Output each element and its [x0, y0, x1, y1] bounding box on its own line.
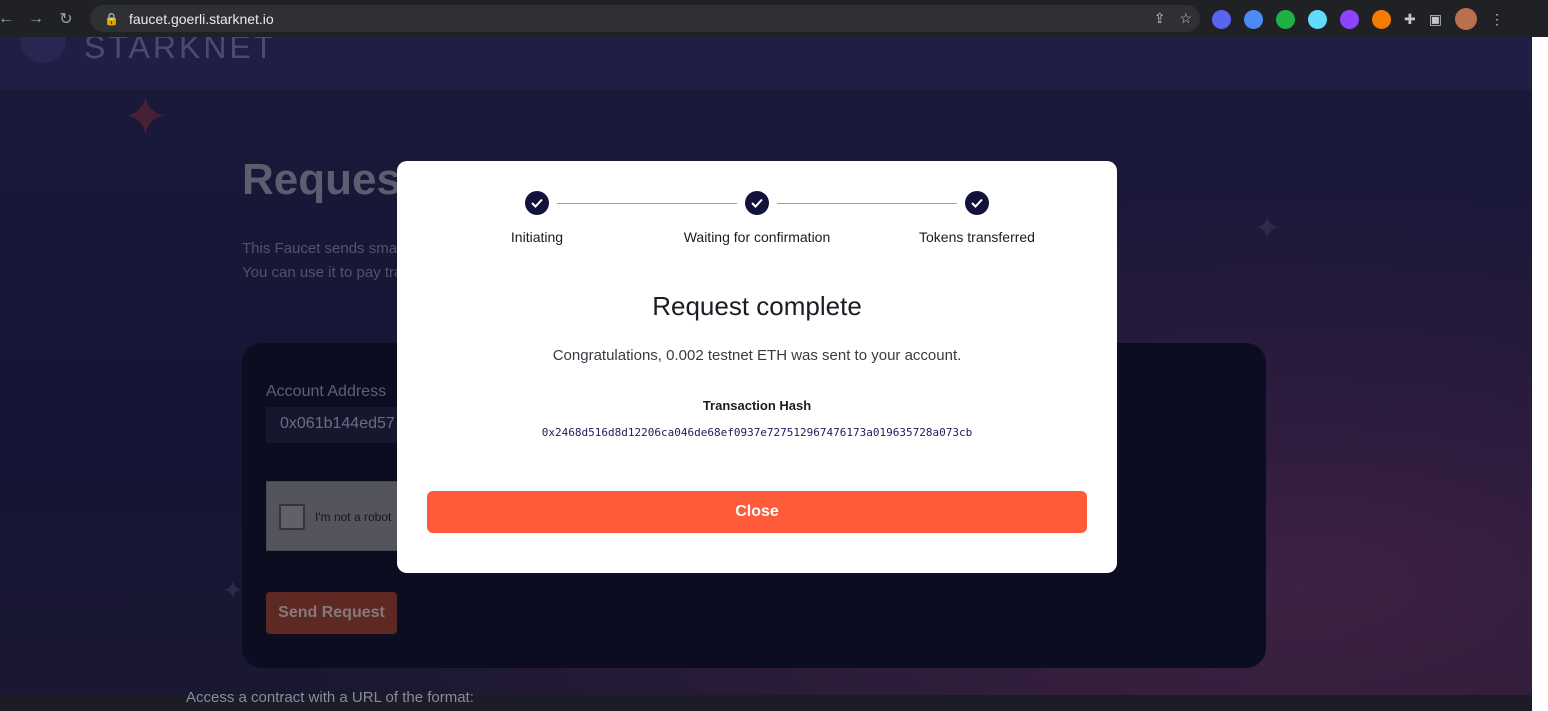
- puzzle-icon[interactable]: ✚: [1404, 11, 1416, 28]
- extension-icon[interactable]: [1276, 9, 1295, 29]
- transaction-hash-label: Transaction Hash: [702, 398, 812, 413]
- extension-icon[interactable]: [1212, 9, 1231, 29]
- success-message: Congratulations, 0.002 testnet ETH was s…: [552, 347, 962, 364]
- bottom-text: Access a contract with a URL of the form…: [186, 689, 474, 706]
- bookmark-star-icon[interactable]: ☆: [1179, 10, 1192, 27]
- close-button[interactable]: Close: [427, 491, 1087, 533]
- extension-icon[interactable]: [1308, 9, 1327, 29]
- extensions-area: ✚ ▣ ⋮: [1212, 8, 1504, 30]
- transaction-hash-link[interactable]: 0x2468d516d8d12206ca046de68ef0937e727512…: [397, 426, 1117, 439]
- check-icon: [525, 191, 549, 215]
- step-initiating: Initiating: [427, 191, 647, 245]
- step-transferred: Tokens transferred: [867, 191, 1087, 245]
- reload-icon[interactable]: ↻: [54, 7, 78, 31]
- forward-icon[interactable]: →: [24, 7, 48, 31]
- browser-toolbar: ← → ↻ 🔒 faucet.goerli.starknet.io ⇪ ☆ ✚ …: [0, 0, 1548, 37]
- address-bar[interactable]: 🔒 faucet.goerli.starknet.io ⇪ ☆: [90, 5, 1200, 32]
- url-text: faucet.goerli.starknet.io: [128, 10, 274, 27]
- window-edge: [1532, 37, 1548, 711]
- step-label: Waiting for confirmation: [683, 229, 831, 245]
- step-waiting: Waiting for confirmation: [647, 191, 867, 245]
- avatar[interactable]: [1454, 8, 1477, 30]
- bottom-strip: Access a contract with a URL of the form…: [0, 689, 1532, 711]
- back-icon[interactable]: ←: [0, 7, 18, 31]
- share-icon[interactable]: ⇪: [1154, 10, 1166, 27]
- step-label: Initiating: [510, 229, 564, 245]
- sidepanel-icon[interactable]: ▣: [1429, 11, 1442, 28]
- extension-icon[interactable]: [1244, 9, 1263, 29]
- request-complete-modal: Initiating Waiting for confirmation Toke…: [397, 161, 1117, 573]
- lock-icon: 🔒: [104, 11, 119, 26]
- step-label: Tokens transferred: [919, 229, 1035, 245]
- check-icon: [965, 191, 989, 215]
- extension-icon[interactable]: [1372, 9, 1391, 29]
- extension-icon[interactable]: [1340, 9, 1359, 29]
- menu-icon[interactable]: ⋮: [1490, 11, 1504, 28]
- check-icon: [745, 191, 769, 215]
- modal-title: Request complete: [652, 291, 862, 321]
- progress-stepper: Initiating Waiting for confirmation Toke…: [397, 191, 1117, 251]
